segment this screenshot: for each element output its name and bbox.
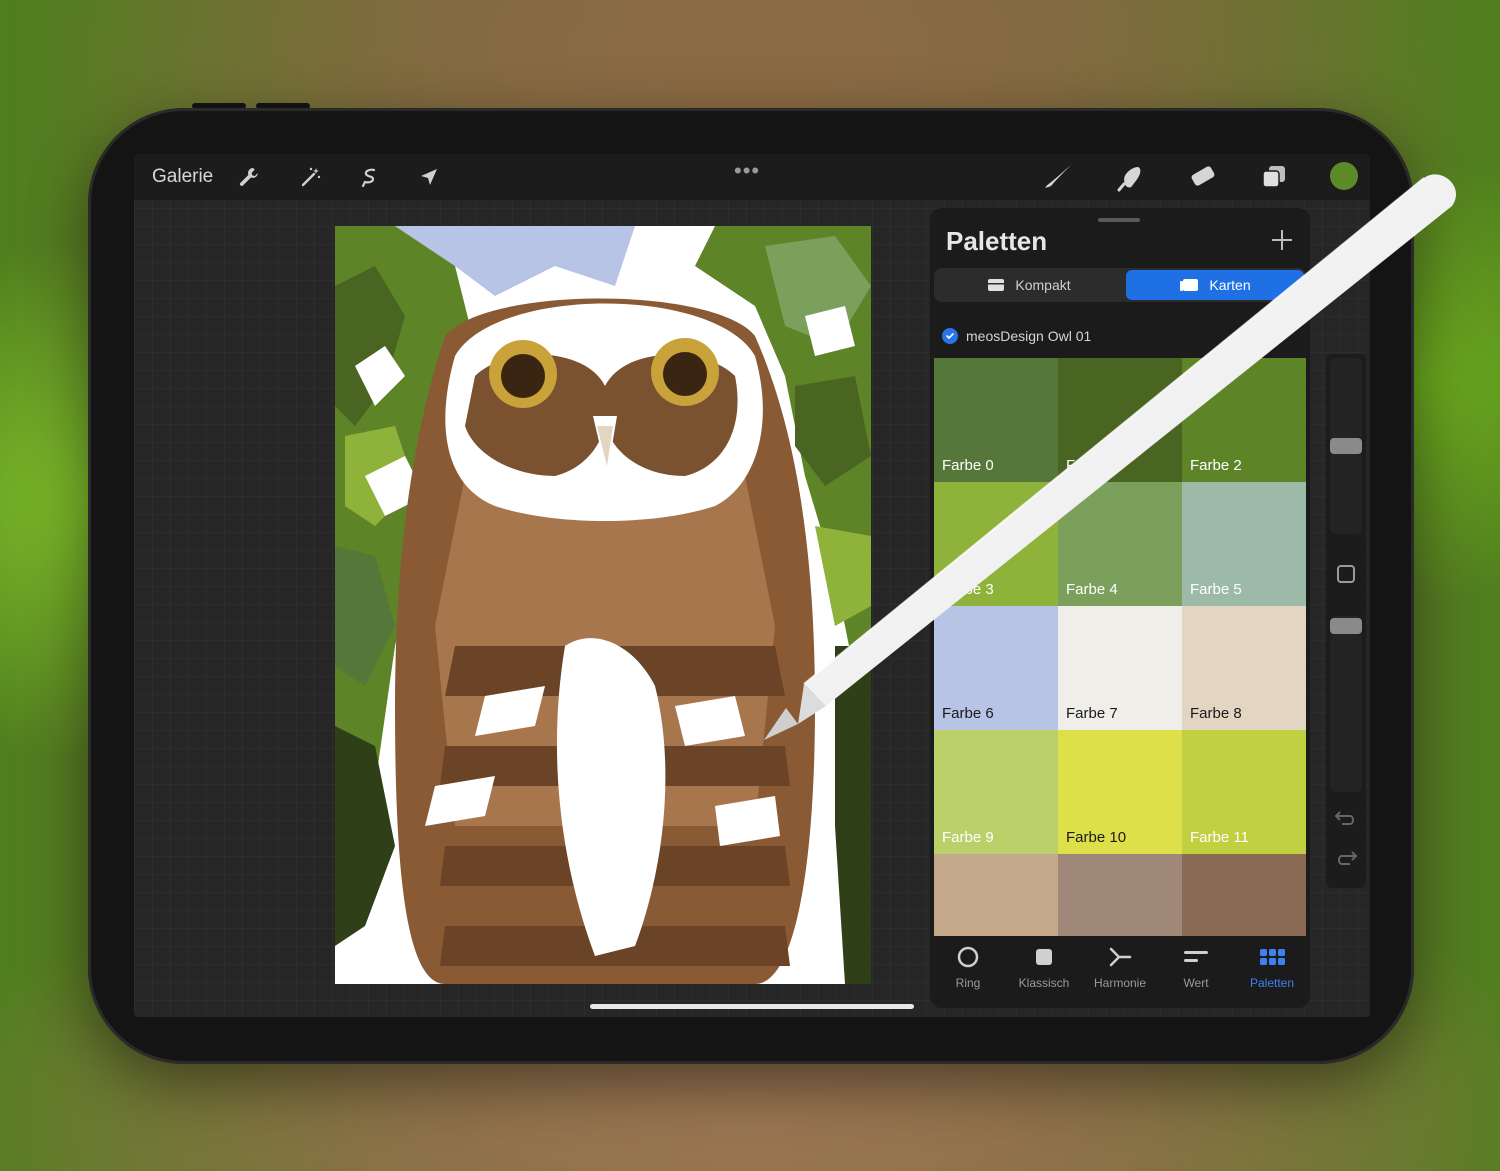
tab-wert-label: Wert	[1183, 976, 1209, 990]
tab-ring-label: Ring	[955, 976, 981, 990]
canvas-artwork[interactable]	[335, 226, 871, 984]
color-swatch[interactable]: Farbe 3	[934, 482, 1058, 606]
ring-icon	[957, 946, 979, 968]
view-cards-label: Karten	[1209, 277, 1251, 293]
color-swatch[interactable]: Farbe 1	[1058, 358, 1182, 482]
color-swatch[interactable]	[1058, 854, 1182, 936]
checkmark-icon	[942, 328, 958, 344]
color-swatch[interactable]	[934, 854, 1058, 936]
tab-klassisch[interactable]: Klassisch	[1006, 942, 1082, 990]
transform-arrow-icon[interactable]	[414, 162, 444, 192]
palette-header[interactable]: meosDesign Owl 01	[942, 328, 1091, 344]
swatch-label: Farbe 0	[942, 457, 994, 474]
current-color-swatch[interactable]	[1330, 162, 1358, 190]
brush-size-handle[interactable]	[1330, 438, 1362, 454]
view-compact-label: Kompakt	[1015, 277, 1071, 293]
opacity-track[interactable]	[1330, 616, 1362, 792]
view-compact-button[interactable]: Kompakt	[936, 270, 1122, 300]
color-swatch[interactable]: Farbe 2	[1182, 358, 1306, 482]
swatch-label: Farbe 10	[1066, 829, 1127, 846]
sliders-icon	[1184, 951, 1208, 962]
cards-view-icon	[1180, 279, 1199, 291]
swatch-label: Farbe 7	[1066, 705, 1118, 722]
swatch-label: Farbe 9	[942, 829, 994, 846]
color-mode-tabs: Ring Klassisch Harmonie Wert Paletten	[930, 942, 1310, 1008]
swatch-label: Farbe 11	[1190, 829, 1249, 846]
compact-view-icon	[988, 279, 1005, 291]
color-swatch[interactable]: Farbe 6	[934, 606, 1058, 730]
tab-ring[interactable]: Ring	[930, 942, 1006, 990]
brush-icon[interactable]	[1040, 162, 1076, 192]
swatch-label: Farbe 3	[942, 581, 994, 598]
swatch-label: Farbe 1	[1066, 457, 1118, 474]
color-swatch[interactable]: Farbe 0	[934, 358, 1058, 482]
palettes-panel: Paletten Kompakt Karten meosDesign Owl 0…	[930, 208, 1310, 1008]
color-swatch[interactable]: Farbe 7	[1058, 606, 1182, 730]
tab-paletten[interactable]: Paletten	[1234, 942, 1310, 990]
view-mode-segmented-control: Kompakt Karten	[934, 268, 1306, 302]
swatch-label: Farbe 4	[1066, 581, 1118, 598]
layers-icon[interactable]	[1256, 162, 1292, 192]
color-swatch[interactable]	[1182, 854, 1306, 936]
color-swatch[interactable]: Farbe 10	[1058, 730, 1182, 854]
gallery-button[interactable]: Galerie	[152, 166, 213, 188]
top-toolbar: Galerie •••	[134, 154, 1370, 200]
panel-grab-handle[interactable]	[1098, 218, 1140, 222]
selection-icon[interactable]	[355, 162, 385, 192]
color-swatch[interactable]: Farbe 9	[934, 730, 1058, 854]
tab-paletten-label: Paletten	[1249, 976, 1295, 990]
tab-harmonie[interactable]: Harmonie	[1082, 942, 1158, 990]
procreate-screen: Galerie ••• Paletten Kompakt Karten meos…	[134, 154, 1370, 1017]
swatch-grid: Farbe 0 Farbe 1 Farbe 2 Farbe 3 Farbe 4 Farbe…	[934, 358, 1306, 936]
swatch-label: Farbe 8	[1190, 705, 1242, 722]
view-cards-button[interactable]: Karten	[1126, 270, 1304, 300]
swatch-label: Farbe 5	[1190, 581, 1242, 598]
swatch-label: Farbe 2	[1190, 457, 1242, 474]
owl-illustration	[335, 226, 871, 984]
color-swatch[interactable]: Farbe 4	[1058, 482, 1182, 606]
color-swatch[interactable]: Farbe 11	[1182, 730, 1306, 854]
square-icon	[1036, 949, 1052, 965]
add-palette-icon[interactable]	[1268, 226, 1296, 254]
home-indicator[interactable]	[590, 1004, 914, 1009]
tab-klassisch-label: Klassisch	[1018, 976, 1070, 990]
color-swatch[interactable]: Farbe 5	[1182, 482, 1306, 606]
side-sliders	[1326, 354, 1366, 888]
color-swatch[interactable]: Farbe 8	[1182, 606, 1306, 730]
panel-title: Paletten	[946, 226, 1048, 256]
eraser-icon[interactable]	[1184, 162, 1220, 192]
tab-wert[interactable]: Wert	[1158, 942, 1234, 990]
magic-wand-icon[interactable]	[296, 162, 326, 192]
opacity-handle[interactable]	[1330, 618, 1362, 634]
grid-icon	[1260, 949, 1285, 965]
harmony-icon	[1109, 947, 1132, 967]
swatch-label: Farbe 6	[942, 705, 994, 722]
smudge-icon[interactable]	[1112, 162, 1148, 192]
more-options-icon[interactable]: •••	[734, 158, 760, 184]
palette-name: meosDesign Owl 01	[966, 328, 1092, 344]
wrench-icon[interactable]	[234, 162, 264, 192]
tab-harmonie-label: Harmonie	[1093, 976, 1147, 990]
